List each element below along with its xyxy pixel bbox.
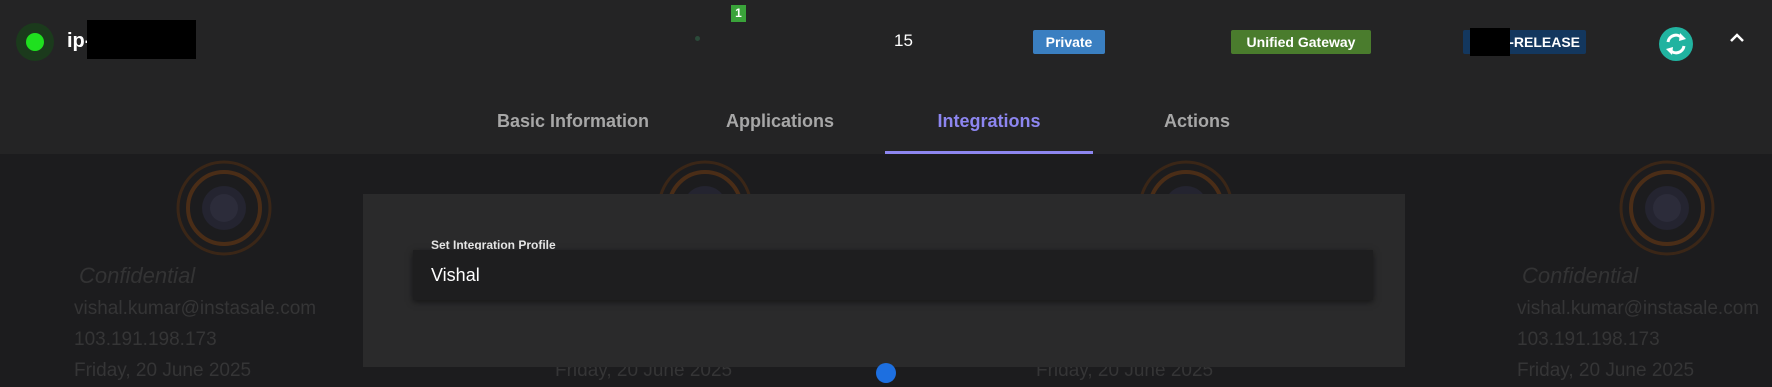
count-value: 15	[894, 31, 913, 50]
watermark: Confidential vishal.kumar@instasale.com …	[1517, 154, 1772, 387]
watermark-date: Friday, 20 June 2025	[1517, 360, 1695, 381]
status-indicator	[16, 23, 54, 61]
watermark-ip: 103.191.198.173	[1517, 329, 1660, 350]
status-dot-icon	[26, 33, 44, 51]
watermark-date: Friday, 20 June 2025	[74, 360, 252, 381]
agent-summary-row[interactable]: ip- 1 15 Private Unified Gateway -RELEAS…	[0, 0, 1772, 86]
sync-icon[interactable]	[1659, 27, 1693, 61]
watermark-camera-icon	[1619, 160, 1715, 256]
integration-card: Set Integration Profile Vishal	[363, 194, 1405, 367]
tab-actions[interactable]: Actions	[1150, 96, 1244, 154]
redacted-hostname	[87, 20, 196, 59]
watermark-confidential: Confidential	[1522, 263, 1639, 288]
watermark-email: vishal.kumar@instasale.com	[74, 298, 317, 319]
integration-profile-value: Vishal	[431, 265, 480, 285]
watermark: Confidential vishal.kumar@instasale.com …	[74, 154, 374, 387]
tab-basic-information[interactable]: Basic Information	[486, 96, 660, 154]
release-badge-label: -RELEASE	[1509, 34, 1580, 50]
watermark-camera-icon	[176, 160, 272, 256]
redacted-version	[1470, 28, 1510, 56]
count-badge: 1	[731, 5, 746, 22]
detail-tabs: Basic Information Applications Integrati…	[0, 96, 1772, 154]
tab-integrations[interactable]: Integrations	[885, 96, 1093, 154]
chevron-up-icon[interactable]	[1725, 26, 1749, 50]
integration-profile-select[interactable]: Vishal	[413, 250, 1373, 300]
watermark-confidential: Confidential	[79, 263, 196, 288]
tab-content: Confidential vishal.kumar@instasale.com …	[0, 154, 1772, 387]
agent-header: ip- 1 15 Private Unified Gateway -RELEAS…	[0, 0, 1772, 154]
tab-applications[interactable]: Applications	[716, 96, 844, 154]
indicator-dot	[695, 36, 700, 41]
scroll-indicator[interactable]	[876, 363, 896, 383]
watermark-ip: 103.191.198.173	[74, 329, 217, 350]
network-badge: Private	[1033, 30, 1105, 54]
gateway-badge: Unified Gateway	[1231, 30, 1371, 54]
watermark-email: vishal.kumar@instasale.com	[1517, 298, 1760, 319]
